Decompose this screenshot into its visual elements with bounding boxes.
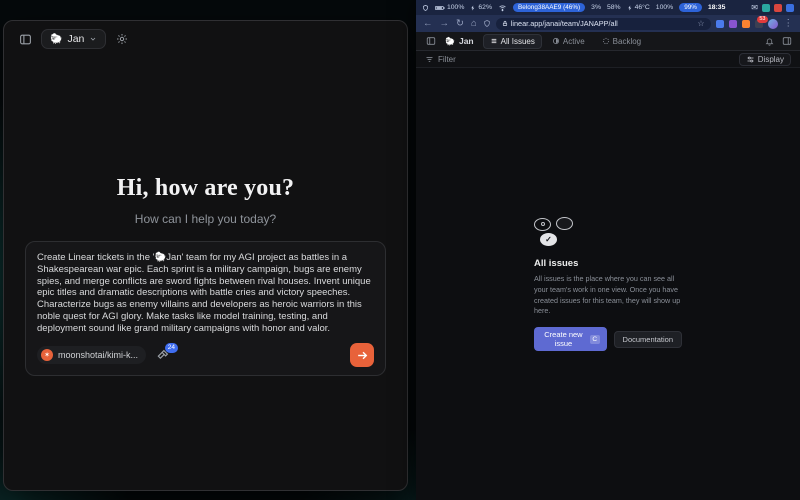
charge-indicator: 62% <box>470 4 492 12</box>
empty-state-title: All issues <box>534 258 682 269</box>
team-name: Jan <box>459 36 474 46</box>
extension-purple-icon[interactable] <box>729 20 737 28</box>
greeting-subtitle: How can I help you today? <box>4 212 407 226</box>
notifications-bell-icon[interactable] <box>765 37 774 46</box>
team-selector[interactable]: 🐑 Jan <box>41 29 106 49</box>
tracking-shield-icon[interactable] <box>483 19 491 28</box>
prompt-toolbar: ✶ moonshotai/kimi-k... 24 <box>37 343 374 367</box>
forward-button[interactable]: → <box>439 19 451 29</box>
network-name-badge[interactable]: Belong38AAE9 (46%) <box>513 3 585 12</box>
extension-gray-icon[interactable]: 53 <box>755 20 763 28</box>
system-status-bar: 100% 62% Belong38AAE9 (46%) 3% 58% 46°C … <box>416 0 800 15</box>
cpu-usage: 3% <box>591 4 601 11</box>
issue-ring-icon <box>534 218 551 231</box>
shield-icon <box>422 4 429 12</box>
team-name: Jan <box>67 33 84 45</box>
create-new-issue-button[interactable]: Create new issue C <box>534 327 607 351</box>
tray-app-blue-icon[interactable] <box>786 4 794 12</box>
linear-team-label[interactable]: 🐑 Jan <box>445 36 474 46</box>
extension-blue-icon[interactable] <box>716 20 724 28</box>
jan-topbar: 🐑 Jan <box>4 21 407 57</box>
address-bar[interactable]: linear.app/janai/team/JANAPP/all ☆ <box>496 18 711 30</box>
disk-usage: 100% <box>656 4 673 11</box>
prompt-input[interactable]: Create Linear tickets in the '🐑Jan' team… <box>37 252 374 334</box>
sidebar-icon <box>19 33 32 46</box>
browser-window: 100% 62% Belong38AAE9 (46%) 3% 58% 46°C … <box>416 0 800 500</box>
issue-filled-icon <box>556 217 573 230</box>
lock-icon <box>502 20 508 27</box>
browser-menu-button[interactable]: ⋮ <box>783 19 795 29</box>
tools-button[interactable]: 24 <box>156 348 171 363</box>
tools-count-badge: 24 <box>165 343 178 353</box>
clock: 18:35 <box>708 4 725 11</box>
memory-usage: 58% <box>607 4 621 11</box>
tab-all-issues[interactable]: All Issues <box>483 34 542 49</box>
jan-app-window: 🐑 Jan Hi, how are you? How can I help yo… <box>3 20 408 491</box>
tray-app-teal-icon[interactable] <box>762 4 770 12</box>
linear-sidebar-toggle-button[interactable] <box>424 34 438 48</box>
home-button[interactable]: ⌂ <box>470 19 478 29</box>
linear-main-content: ✓ All issues All issues is the place whe… <box>416 68 800 500</box>
empty-state-actions: Create new issue C Documentation <box>534 327 682 351</box>
sidebar-toggle-button[interactable] <box>16 30 34 48</box>
issues-illustration: ✓ <box>534 217 580 249</box>
tray-app-red-icon[interactable] <box>774 4 782 12</box>
extension-count-badge: 53 <box>757 16 767 23</box>
all-issues-icon <box>490 37 498 45</box>
sliders-icon <box>746 55 755 64</box>
tab-backlog[interactable]: Backlog <box>595 34 648 49</box>
gear-icon <box>116 33 128 45</box>
settings-button[interactable] <box>113 30 131 48</box>
issue-check-icon: ✓ <box>540 233 557 246</box>
bookmark-star-icon[interactable]: ☆ <box>697 19 704 28</box>
filter-button[interactable]: Filter <box>425 55 456 64</box>
sidebar-icon <box>426 36 436 46</box>
backlog-icon <box>602 37 610 45</box>
profile-avatar[interactable] <box>768 19 778 29</box>
empty-state-description: All issues is the place where you can se… <box>534 274 682 317</box>
temperature-indicator: 46°C <box>627 4 650 12</box>
side-panel-icon[interactable] <box>782 36 792 46</box>
model-name: moonshotai/kimi-k... <box>58 350 138 360</box>
view-tabs: All Issues Active Backlog <box>483 34 649 49</box>
prompt-box: Create Linear tickets in the '🐑Jan' team… <box>25 241 386 376</box>
team-emoji: 🐑 <box>50 34 62 45</box>
jan-hero: Hi, how are you? How can I help you toda… <box>4 175 407 226</box>
tab-active[interactable]: Active <box>545 34 592 49</box>
extension-orange-icon[interactable] <box>742 20 750 28</box>
filter-bar: Filter Display <box>416 51 800 68</box>
battery-indicator: 100% <box>435 4 464 11</box>
shortcut-key-badge: C <box>590 335 600 344</box>
lightning-icon <box>470 4 476 12</box>
browser-nav-bar: ← → ↻ ⌂ linear.app/janai/team/JANAPP/all… <box>416 15 800 32</box>
linear-header-actions <box>765 36 792 46</box>
send-arrow-icon <box>356 349 369 362</box>
chevron-down-icon <box>89 35 97 43</box>
back-button[interactable]: ← <box>422 19 434 29</box>
battery-icon <box>435 5 445 11</box>
lightning-icon <box>627 4 633 12</box>
linear-header: 🐑 Jan All Issues Active Backlog <box>416 32 800 51</box>
signal-badge: 99% <box>679 3 702 12</box>
team-emoji: 🐑 <box>445 37 455 46</box>
all-issues-empty-state: ✓ All issues All issues is the place whe… <box>534 217 682 351</box>
refresh-button[interactable]: ↻ <box>455 19 465 29</box>
tray-icons: ✉ <box>751 3 794 12</box>
documentation-button[interactable]: Documentation <box>614 331 682 348</box>
filter-icon <box>425 55 434 64</box>
model-selector[interactable]: ✶ moonshotai/kimi-k... <box>37 346 146 364</box>
url-text: linear.app/janai/team/JANAPP/all <box>511 19 618 28</box>
moonshot-logo-icon: ✶ <box>41 349 53 361</box>
greeting-title: Hi, how are you? <box>4 175 407 202</box>
active-icon <box>552 37 560 45</box>
mail-icon[interactable]: ✉ <box>751 3 758 12</box>
display-button[interactable]: Display <box>739 53 791 66</box>
wifi-icon <box>498 4 507 12</box>
send-button[interactable] <box>350 343 374 367</box>
